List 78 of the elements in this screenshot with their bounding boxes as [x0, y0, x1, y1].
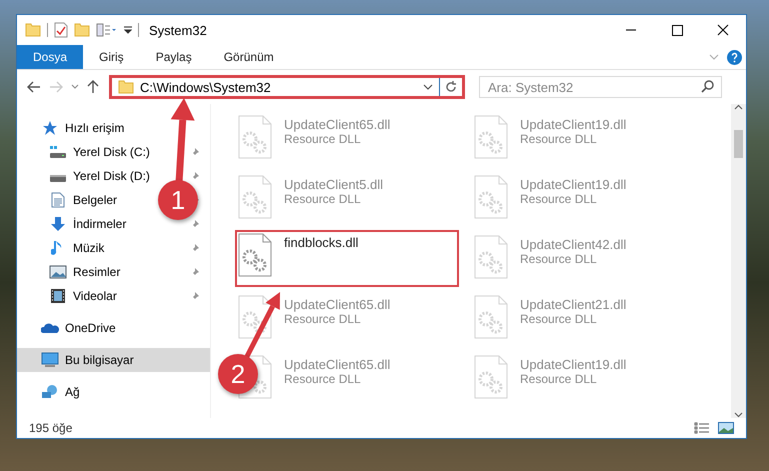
- sidebar-item[interactable]: Hızlı erişim: [17, 116, 130, 140]
- file-type: Resource DLL: [520, 312, 598, 326]
- sidebar-item[interactable]: Müzik: [17, 236, 110, 260]
- dropdown-icon[interactable]: [423, 84, 433, 90]
- properties-icon[interactable]: [54, 22, 68, 38]
- file-gear-icon: [238, 295, 272, 339]
- view-options-icon[interactable]: [96, 23, 118, 37]
- file-name: findblocks.dll: [284, 235, 358, 250]
- file-type: Resource DLL: [284, 372, 362, 386]
- refresh-icon[interactable]: [445, 81, 457, 93]
- search-field[interactable]: Ara: System32: [479, 76, 722, 98]
- file-gear-icon: [474, 295, 508, 339]
- cloud-icon: [41, 322, 59, 334]
- file-gear-icon: [474, 235, 508, 279]
- file-name: UpdateClient19.dll: [520, 357, 626, 372]
- window-title: System32: [149, 22, 207, 38]
- scroll-up-icon[interactable]: [734, 104, 743, 110]
- sidebar-item[interactable]: Yerel Disk (C:): [17, 140, 156, 164]
- ribbon-tab[interactable]: Giriş: [83, 45, 140, 69]
- documents-icon: [51, 192, 65, 208]
- back-arrow-icon[interactable]: [27, 81, 41, 93]
- file-type: Resource DLL: [284, 132, 362, 146]
- scroll-thumb[interactable]: [734, 130, 743, 158]
- file-gear-icon: [474, 175, 508, 219]
- file-name: UpdateClient5.dll: [284, 177, 384, 192]
- file-gear-icon: [238, 115, 272, 159]
- downloads-icon: [50, 216, 66, 232]
- ribbon-tab[interactable]: Paylaş: [140, 45, 208, 69]
- file-name: UpdateClient65.dll: [284, 357, 390, 372]
- search-icon[interactable]: [701, 80, 714, 93]
- chevron-down-icon[interactable]: [709, 54, 719, 60]
- file-name: UpdateClient21.dll: [520, 297, 626, 312]
- sidebar-item[interactable]: Belgeler: [17, 188, 124, 212]
- file-gear-icon: [474, 115, 508, 159]
- sidebar-item[interactable]: İndirmeler: [17, 212, 132, 236]
- file-type: Resource DLL: [520, 192, 598, 206]
- address-bar[interactable]: C:\Windows\System32: [109, 75, 465, 99]
- file-gear-icon: [238, 175, 272, 219]
- ribbon-tab[interactable]: Dosya: [17, 45, 84, 69]
- details-view-icon[interactable]: [694, 422, 710, 434]
- star-icon: [42, 120, 58, 136]
- help-icon[interactable]: [727, 50, 742, 64]
- computer-icon: [41, 352, 59, 368]
- address-path: C:\Windows\System32: [140, 80, 272, 94]
- file-name: UpdateClient42.dll: [520, 237, 626, 252]
- file-item[interactable]: findblocks.dll: [235, 230, 459, 287]
- scrollbar[interactable]: [731, 104, 746, 418]
- sidebar-item[interactable]: Yerel Disk (D:): [17, 164, 156, 188]
- videos-icon: [50, 288, 66, 304]
- sidebar-item[interactable]: Resimler: [17, 260, 126, 284]
- file-type: Resource DLL: [284, 192, 362, 206]
- file-gear-icon: [238, 233, 272, 277]
- ribbon-tab[interactable]: Görünüm: [208, 45, 290, 69]
- file-type: Resource DLL: [520, 252, 598, 266]
- file-name: UpdateClient65.dll: [284, 297, 390, 312]
- file-type: Resource DLL: [520, 372, 598, 386]
- network-icon: [41, 384, 59, 400]
- file-name: UpdateClient19.dll: [520, 117, 626, 132]
- address-folder-icon: [118, 80, 134, 94]
- recent-dropdown-icon[interactable]: [71, 84, 79, 90]
- drive-system-icon: [49, 145, 67, 159]
- sidebar-item[interactable]: Ağ: [17, 380, 86, 404]
- large-icons-view-icon[interactable]: [718, 422, 734, 434]
- file-name: UpdateClient19.dll: [520, 177, 626, 192]
- scroll-down-icon[interactable]: [734, 412, 743, 418]
- file-name: UpdateClient65.dll: [284, 117, 390, 132]
- file-gear-icon: [474, 355, 508, 399]
- customize-toolbar-icon[interactable]: [124, 25, 132, 35]
- file-type: Resource DLL: [520, 132, 598, 146]
- sidebar-item[interactable]: OneDrive: [17, 316, 122, 340]
- up-arrow-icon[interactable]: [87, 80, 99, 94]
- item-count: 195 öğe: [29, 421, 72, 435]
- folder-icon: [25, 23, 41, 37]
- file-type: Resource DLL: [284, 312, 362, 326]
- sidebar-item[interactable]: Bu bilgisayar: [17, 348, 210, 372]
- sidebar-item[interactable]: Videolar: [17, 284, 123, 308]
- pictures-icon: [49, 265, 67, 279]
- new-folder-icon[interactable]: [74, 23, 90, 37]
